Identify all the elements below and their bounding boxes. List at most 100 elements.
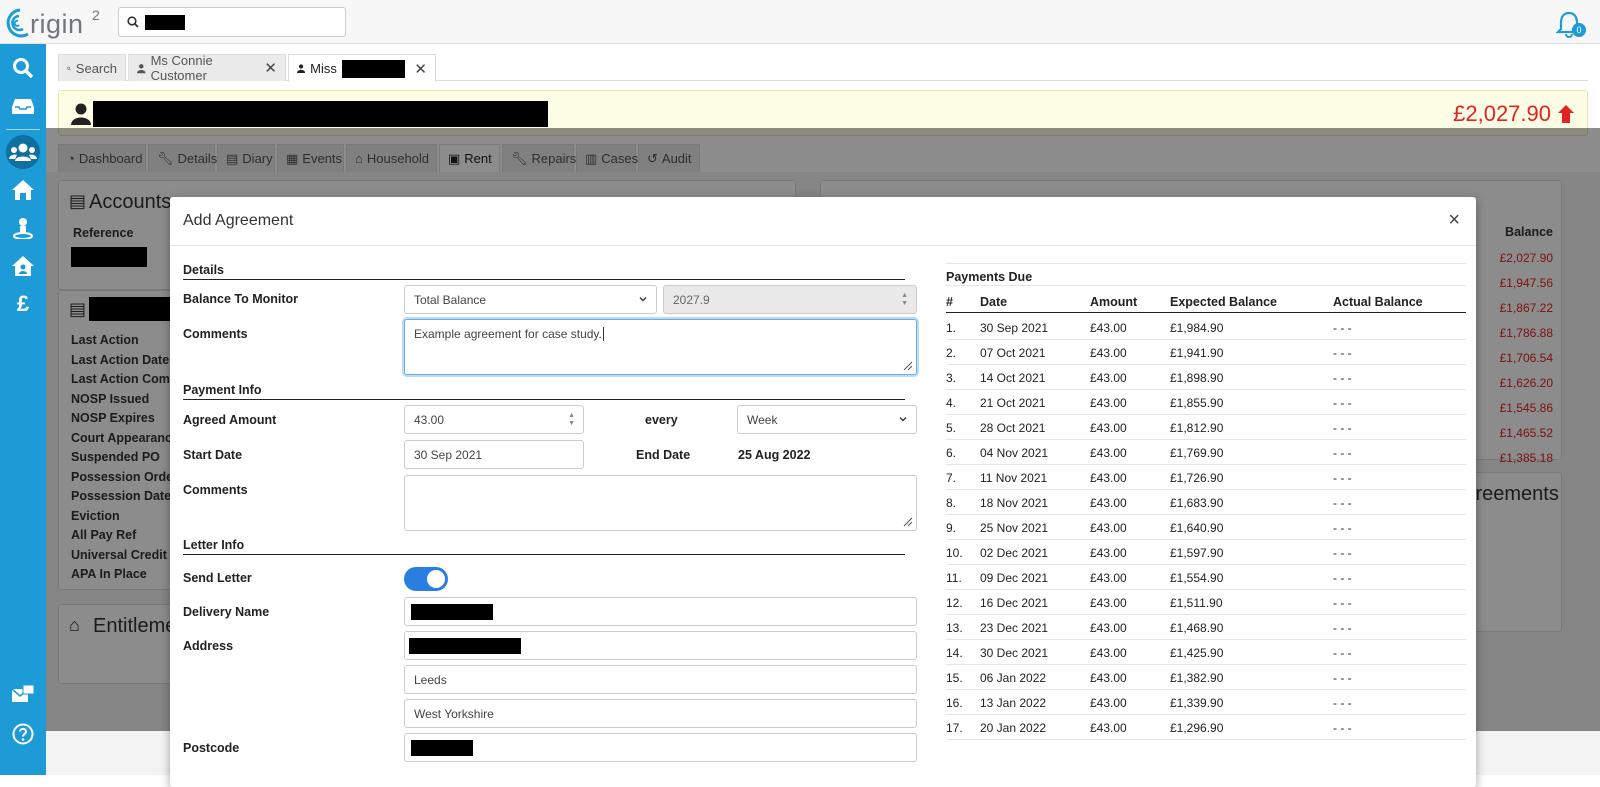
- tab-label: Search: [75, 60, 117, 76]
- table-row: 9. 25 Nov 2021 £43.00 £1,640.90 - - -: [946, 515, 1466, 540]
- table-cell: - - -: [1333, 321, 1352, 335]
- delivery-name-label: Delivery Name: [183, 605, 270, 619]
- table-cell: £43.00: [1090, 696, 1127, 710]
- notification-count-badge: 0: [1572, 23, 1586, 37]
- table-cell: £43.00: [1090, 596, 1127, 610]
- table-cell: - - -: [1333, 446, 1352, 460]
- comments-textarea[interactable]: Example agreement for case study.: [404, 319, 917, 375]
- redacted-search-text: [145, 15, 185, 30]
- table-cell: - - -: [1333, 471, 1352, 485]
- table-cell: £1,898.90: [1170, 371, 1224, 385]
- nav-search[interactable]: [0, 50, 46, 86]
- address-line-1-input[interactable]: [404, 631, 917, 660]
- table-cell: - - -: [1333, 721, 1352, 735]
- nav-rent[interactable]: £: [0, 286, 46, 322]
- resize-handle-icon[interactable]: [903, 517, 913, 527]
- table-cell: 3.: [946, 371, 957, 385]
- table-cell: £43.00: [1090, 571, 1127, 585]
- table-cell: £43.00: [1090, 396, 1127, 410]
- table-cell: 5.: [946, 421, 957, 435]
- table-cell: - - -: [1333, 496, 1352, 510]
- table-cell: £43.00: [1090, 446, 1127, 460]
- text-caret: [602, 327, 604, 341]
- close-tab-icon[interactable]: ✕: [414, 60, 427, 78]
- table-cell: £1,769.90: [1170, 446, 1224, 460]
- table-cell: 04 Nov 2021: [980, 446, 1049, 460]
- table-cell: £1,468.90: [1170, 621, 1224, 635]
- nav-housing[interactable]: [0, 248, 46, 284]
- home-icon: [12, 180, 34, 200]
- address-line-3-input[interactable]: Leeds: [404, 665, 917, 694]
- table-cell: £43.00: [1090, 346, 1127, 360]
- column-header: Expected Balance: [1170, 295, 1277, 309]
- table-cell: 8.: [946, 496, 957, 510]
- address-line-4-input[interactable]: West Yorkshire: [404, 699, 917, 728]
- comments-text: Example agreement for case study.: [414, 327, 602, 341]
- table-row: 6. 04 Nov 2021 £43.00 £1,769.90 - - -: [946, 440, 1466, 465]
- send-letter-toggle[interactable]: [404, 567, 448, 591]
- redacted-customer-name: [93, 101, 548, 127]
- table-row: 7. 11 Nov 2021 £43.00 £1,726.90 - - -: [946, 465, 1466, 490]
- close-modal-button[interactable]: ×: [1448, 209, 1460, 232]
- modal-title: Add Agreement: [183, 212, 294, 229]
- spinner-icon[interactable]: ▲ ▼: [568, 412, 575, 428]
- details-heading: Details: [183, 263, 905, 280]
- table-row: 5. 28 Oct 2021 £43.00 £1,812.90 - - -: [946, 415, 1466, 440]
- table-cell: 13.: [946, 621, 963, 635]
- nav-properties[interactable]: [0, 172, 46, 208]
- table-row: 16. 13 Jan 2022 £43.00 £1,339.90 - - -: [946, 690, 1466, 715]
- table-cell: £43.00: [1090, 646, 1127, 660]
- table-cell: - - -: [1333, 371, 1352, 385]
- nav-contractor[interactable]: [0, 210, 46, 246]
- table-cell: £43.00: [1090, 671, 1127, 685]
- table-row: 2. 07 Oct 2021 £43.00 £1,941.90 - - -: [946, 340, 1466, 365]
- column-header: Date: [980, 295, 1008, 309]
- table-cell: £1,941.90: [1170, 346, 1224, 360]
- table-cell: 11.: [946, 571, 962, 585]
- table-cell: £43.00: [1090, 371, 1127, 385]
- table-cell: - - -: [1333, 621, 1352, 635]
- table-cell: 02 Dec 2021: [980, 546, 1049, 560]
- resize-handle-icon[interactable]: [903, 361, 913, 371]
- table-cell: 23 Dec 2021: [980, 621, 1049, 635]
- table-cell: £1,597.90: [1170, 546, 1224, 560]
- table-cell: 16.: [946, 696, 963, 710]
- table-cell: 20 Jan 2022: [980, 721, 1047, 735]
- table-cell: 28 Oct 2021: [980, 421, 1046, 435]
- nav-inbox[interactable]: [0, 88, 46, 124]
- tab-miss-customer[interactable]: Miss ✕: [288, 54, 436, 82]
- nav-customers[interactable]: [0, 134, 46, 170]
- table-row: 1. 30 Sep 2021 £43.00 £1,984.90 - - -: [946, 315, 1466, 340]
- balance-to-monitor-label: Balance To Monitor: [183, 292, 299, 306]
- origin-logo[interactable]: rigin 2: [6, 4, 106, 40]
- payment-comments-textarea[interactable]: [404, 475, 917, 531]
- table-cell: 2.: [946, 346, 957, 360]
- table-cell: £1,984.90: [1170, 321, 1224, 335]
- frequency-select[interactable]: Week: [737, 405, 917, 434]
- table-cell: 17.: [946, 721, 963, 735]
- table-cell: £43.00: [1090, 621, 1127, 635]
- nav-messages[interactable]: [0, 676, 46, 712]
- postcode-input[interactable]: [404, 733, 917, 762]
- tab-search[interactable]: Search: [58, 54, 126, 81]
- agreed-amount-input[interactable]: 43.00 ▲ ▼: [404, 405, 584, 434]
- table-row: 12. 16 Dec 2021 £43.00 £1,511.90 - - -: [946, 590, 1466, 615]
- payment-comments-label: Comments: [183, 483, 248, 497]
- close-tab-icon[interactable]: ✕: [264, 59, 277, 77]
- start-date-value: 30 Sep 2021: [414, 448, 483, 462]
- table-cell: £43.00: [1090, 546, 1127, 560]
- tab-ms-connie-customer[interactable]: Ms Connie Customer ✕: [128, 53, 286, 83]
- table-cell: - - -: [1333, 421, 1352, 435]
- table-cell: - - -: [1333, 671, 1352, 685]
- balance-to-monitor-select[interactable]: Total Balance: [404, 285, 657, 314]
- start-date-input[interactable]: 30 Sep 2021: [404, 440, 584, 469]
- nav-help[interactable]: [0, 716, 46, 752]
- tab-label: Ms Connie Customer: [150, 53, 213, 83]
- table-cell: 25 Nov 2021: [980, 521, 1049, 535]
- table-cell: 30 Sep 2021: [980, 321, 1049, 335]
- delivery-name-input[interactable]: [404, 597, 917, 626]
- global-search-input[interactable]: [118, 7, 346, 37]
- table-row: 14. 30 Dec 2021 £43.00 £1,425.90 - - -: [946, 640, 1466, 665]
- agreed-amount-value: 43.00: [414, 413, 445, 427]
- table-cell: £1,511.90: [1170, 596, 1223, 610]
